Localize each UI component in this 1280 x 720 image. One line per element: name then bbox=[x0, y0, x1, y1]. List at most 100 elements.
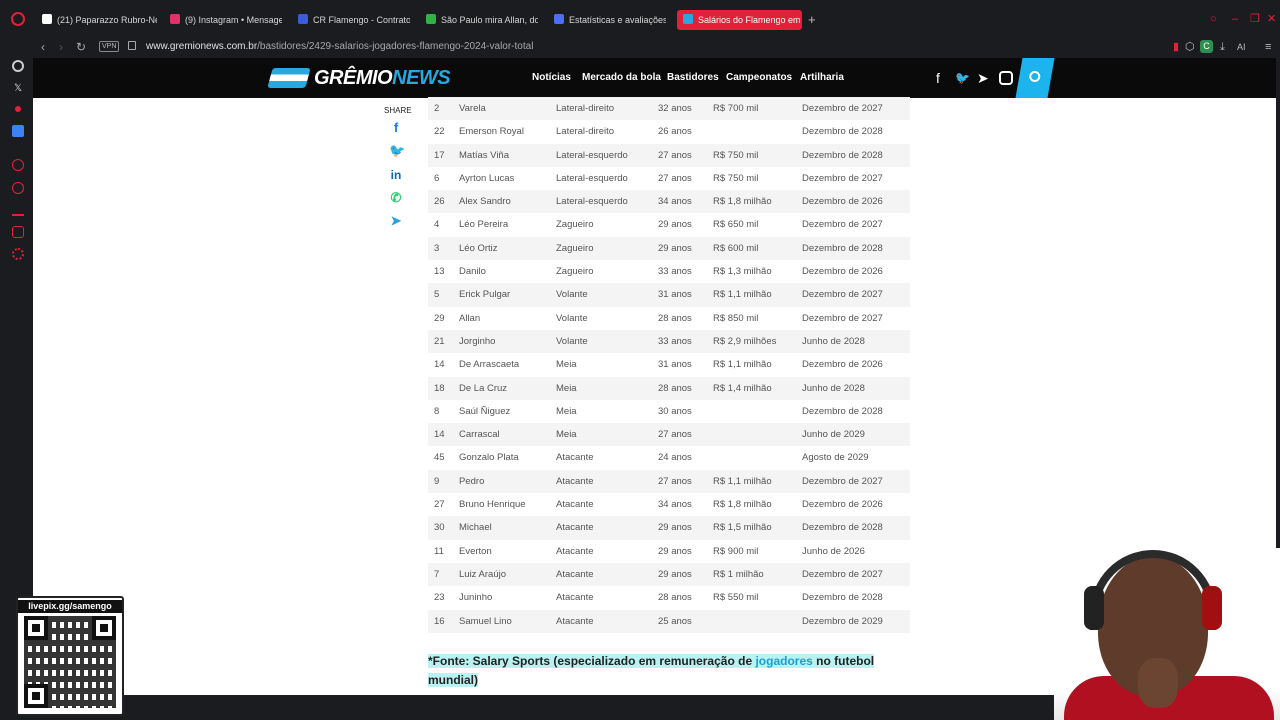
contract-end: Dezembro de 2028 bbox=[802, 149, 883, 161]
maximize-icon[interactable]: ❐ bbox=[1250, 14, 1260, 25]
player-salary: R$ 850 mil bbox=[713, 312, 759, 324]
nav-artilharia[interactable]: Artilharia bbox=[800, 72, 844, 84]
browser-tab[interactable]: CR Flamengo - Contratos bbox=[298, 10, 410, 30]
player-position: Atacante bbox=[556, 568, 594, 580]
new-tab-button[interactable]: + bbox=[808, 13, 816, 26]
extensions-icon[interactable]: ⬡ bbox=[1185, 40, 1195, 54]
webcam-overlay bbox=[1054, 548, 1280, 720]
player-salary: R$ 900 mil bbox=[713, 545, 759, 557]
chatgpt-icon[interactable] bbox=[12, 60, 24, 72]
browser-tab[interactable]: Estatísticas e avaliações d bbox=[554, 10, 666, 30]
jogadores-link[interactable]: jogadores bbox=[755, 654, 812, 668]
tab-title: São Paulo mira Allan, do F bbox=[441, 15, 538, 25]
menu-icon[interactable]: ≡ bbox=[1265, 40, 1271, 54]
site-header: GRÊMIONEWS Notícias Mercado da bola Bast… bbox=[33, 58, 1276, 98]
facebook-icon[interactable]: f bbox=[936, 70, 940, 86]
player-age: 29 anos bbox=[658, 219, 692, 231]
table-row: 29 Allan Volante 28 anos R$ 850 mil Dezembro … bbox=[428, 307, 910, 330]
instagram-icon[interactable] bbox=[999, 71, 1013, 85]
snapshot-icon[interactable]: ▮ bbox=[1173, 40, 1179, 54]
notification-dot-icon[interactable] bbox=[15, 106, 21, 112]
player-name: Emerson Royal bbox=[459, 126, 524, 138]
forward-icon[interactable]: › bbox=[59, 40, 63, 54]
share-telegram-icon[interactable]: ➤ bbox=[389, 214, 403, 228]
search-tabs-icon[interactable]: ○ bbox=[1210, 14, 1217, 25]
qr-corner-marker bbox=[24, 684, 48, 708]
history-icon[interactable] bbox=[12, 182, 24, 194]
table-row: 18 De La Cruz Meia 28 anos R$ 1,4 milhão Junh… bbox=[428, 376, 910, 400]
browser-tab[interactable]: Salários do Flamengo em bbox=[677, 10, 802, 30]
player-salary: R$ 2,9 milhões bbox=[713, 335, 777, 347]
ai-button[interactable]: AI bbox=[1237, 40, 1246, 54]
row-number: 5 bbox=[434, 289, 440, 301]
player-position: Atacante bbox=[556, 592, 594, 604]
player-name: Alex Sandro bbox=[459, 196, 511, 208]
telegram-icon[interactable]: ➤ bbox=[977, 70, 989, 86]
settings-icon[interactable] bbox=[12, 248, 24, 260]
share-twitter-icon[interactable]: 🐦 bbox=[389, 144, 405, 158]
table-row: 11 Everton Atacante 29 anos R$ 900 mil Junho … bbox=[428, 540, 910, 563]
player-position: Atacante bbox=[556, 615, 594, 627]
table-row: 3 Léo Ortiz Zagueiro 29 anos R$ 600 mil Dezem… bbox=[428, 236, 910, 261]
nav-campeonatos[interactable]: Campeonatos bbox=[726, 72, 792, 84]
player-salary: R$ 650 mil bbox=[713, 219, 759, 231]
app-sidebar-icon[interactable] bbox=[12, 125, 24, 137]
player-name: Varela bbox=[459, 103, 486, 114]
table-row: 6 Ayrton Lucas Lateral-esquerdo 27 anos R$ 7… bbox=[428, 167, 910, 190]
row-number: 13 bbox=[434, 266, 445, 278]
share-linkedin-icon[interactable]: in bbox=[389, 168, 403, 182]
contract-end: Dezembro de 2027 bbox=[802, 219, 883, 231]
back-icon[interactable]: ‹ bbox=[41, 40, 45, 54]
vpn-badge[interactable]: VPN bbox=[99, 41, 120, 52]
reload-icon[interactable]: ↻ bbox=[76, 40, 86, 54]
close-window-icon[interactable]: ✕ bbox=[1267, 14, 1276, 25]
profile-avatar[interactable]: C bbox=[1200, 40, 1213, 53]
table-row: 14 Carrascal Meia 27 anos Junho de 2029 bbox=[428, 423, 910, 447]
table-row: 26 Alex Sandro Lateral-esquerdo 34 anos R$ 1… bbox=[428, 190, 910, 214]
share-whatsapp-icon[interactable]: ✆ bbox=[389, 191, 403, 205]
search-icon bbox=[1029, 71, 1041, 82]
url-path: /bastidores/2429-salarios-jogadores-flam… bbox=[257, 41, 534, 52]
nav-mercado-da-bola[interactable]: Mercado da bola bbox=[582, 72, 661, 84]
salary-table: 2 Varela Lateral-direito 32 anos R$ 700 mil D… bbox=[428, 97, 910, 633]
twitter-icon[interactable]: 🐦 bbox=[955, 70, 970, 86]
contract-end: Dezembro de 2026 bbox=[802, 266, 883, 278]
tab-title: (9) Instagram • Mensagen bbox=[185, 15, 282, 25]
share-facebook-icon[interactable]: f bbox=[389, 121, 403, 135]
nav-noticias[interactable]: Notícias bbox=[532, 72, 571, 84]
player-age: 30 anos bbox=[658, 405, 692, 417]
downloads-sidebar-icon[interactable] bbox=[12, 204, 24, 216]
minimize-icon[interactable]: – bbox=[1232, 14, 1238, 25]
contract-end: Dezembro de 2027 bbox=[802, 172, 883, 184]
url-field[interactable]: www.gremionews.com.br/bastidores/2429-sa… bbox=[146, 40, 533, 54]
row-number: 8 bbox=[434, 405, 440, 417]
player-icon[interactable] bbox=[12, 159, 24, 171]
player-position: Volante bbox=[556, 289, 588, 301]
contract-end: Dezembro de 2027 bbox=[802, 475, 883, 487]
table-row: 7 Luiz Araújo Atacante 29 anos R$ 1 milhão De… bbox=[428, 562, 910, 587]
x-sidebar-icon[interactable]: 𝕏 bbox=[12, 83, 24, 95]
player-salary: R$ 1 milhão bbox=[713, 568, 764, 580]
browser-tab[interactable]: (21) Paparazzo Rubro-Neg bbox=[42, 10, 157, 30]
row-number: 6 bbox=[434, 172, 440, 184]
site-search-button[interactable] bbox=[1015, 58, 1055, 98]
player-name: Erick Pulgar bbox=[459, 289, 511, 301]
download-icon[interactable]: ⤓ bbox=[1220, 40, 1225, 54]
player-salary: R$ 1,1 milhão bbox=[713, 475, 772, 487]
qr-corner-marker bbox=[24, 616, 48, 640]
tab-bar: (21) Paparazzo Rubro-Neg (9) Instagram • … bbox=[0, 0, 1280, 36]
player-salary: R$ 1,1 milhão bbox=[713, 359, 772, 371]
player-age: 27 anos bbox=[658, 475, 692, 487]
player-age: 28 anos bbox=[658, 382, 692, 394]
table-row: 23 Juninho Atacante 28 anos R$ 550 mil Dezemb… bbox=[428, 586, 910, 609]
extensions-sidebar-icon[interactable] bbox=[12, 226, 24, 238]
player-age: 28 anos bbox=[658, 312, 692, 324]
player-name: Jorginho bbox=[459, 335, 496, 347]
browser-tab[interactable]: (9) Instagram • Mensagen bbox=[170, 10, 282, 30]
lock-icon[interactable] bbox=[128, 41, 136, 50]
nav-bastidores[interactable]: Bastidores bbox=[667, 72, 719, 84]
player-salary: R$ 600 mil bbox=[713, 242, 759, 254]
browser-tab[interactable]: São Paulo mira Allan, do F bbox=[426, 10, 538, 30]
player-salary: R$ 1,1 milhão bbox=[713, 289, 772, 301]
opera-logo-icon[interactable] bbox=[11, 12, 25, 26]
